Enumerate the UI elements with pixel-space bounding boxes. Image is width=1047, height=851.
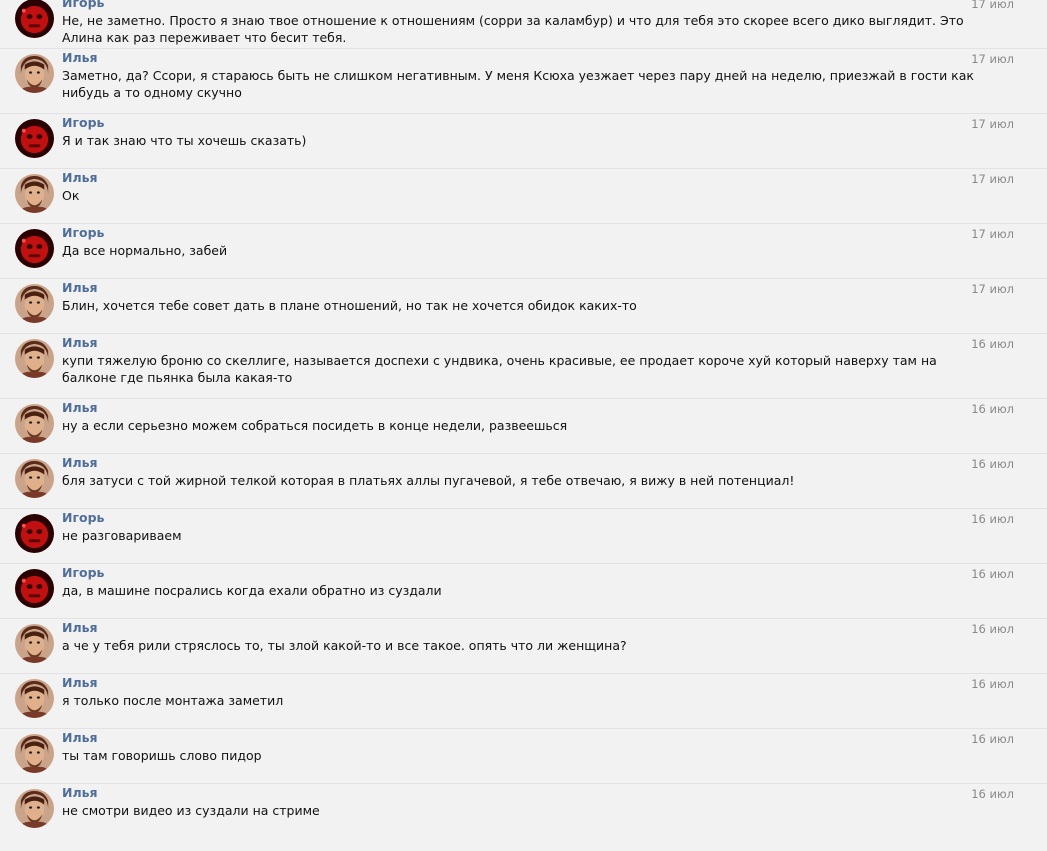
red-masked-face-avatar-icon[interactable] [15,229,54,268]
message-text: да, в машине посрались когда ехали обрат… [62,583,442,598]
message-row: Илья 17 июл Заметно, да? Ссори, я стараюсь… [0,49,1047,114]
red-masked-face-avatar-icon[interactable] [15,119,54,158]
message-author-link[interactable]: Илья [62,620,98,636]
bearded-man-avatar-icon[interactable] [15,679,54,718]
message-date[interactable]: 17 июл [971,116,1014,132]
message-text: Я и так знаю что ты хочешь сказать) [62,133,307,148]
message-author-link[interactable]: Игорь [62,0,104,11]
message-row: Илья 16 июл купи тяжелую броню со скеллиге… [0,334,1047,399]
message-date[interactable]: 16 июл [971,511,1014,527]
message-author-link[interactable]: Илья [62,170,98,186]
message-row: Илья 17 июл Ок [0,169,1047,224]
message-date[interactable]: 17 июл [971,51,1014,67]
message-date[interactable]: 16 июл [971,566,1014,582]
message-text: я только после монтажа заметил [62,693,284,708]
message-text: ты там говоришь слово пидор [62,748,262,763]
message-text: Не, не заметно. Просто я знаю твое отнош… [62,13,964,45]
message-text: не смотри видео из суздали на стриме [62,803,320,818]
message-author-link[interactable]: Игорь [62,565,104,581]
message-row: Игорь 16 июл да, в машине посрались когда … [0,564,1047,619]
message-author-link[interactable]: Илья [62,280,98,296]
message-text: Да все нормально, забей [62,243,228,258]
bearded-man-avatar-icon[interactable] [15,624,54,663]
message-date[interactable]: 17 июл [971,281,1014,297]
message-date[interactable]: 16 июл [971,731,1014,747]
bearded-man-avatar-icon[interactable] [15,339,54,378]
message-author-link[interactable]: Илья [62,730,98,746]
message-date[interactable]: 16 июл [971,456,1014,472]
bearded-man-avatar-icon[interactable] [15,789,54,828]
red-masked-face-avatar-icon[interactable] [15,514,54,553]
bearded-man-avatar-icon[interactable] [15,734,54,773]
message-row: Илья 16 июл я только после монтажа заметил [0,674,1047,729]
message-text: бля затуси с той жирной телкой которая в… [62,473,795,488]
message-author-link[interactable]: Илья [62,335,98,351]
message-row: Илья 16 июл бля затуси с той жирной телкой… [0,454,1047,509]
message-author-link[interactable]: Игорь [62,510,104,526]
message-date[interactable]: 16 июл [971,401,1014,417]
message-author-link[interactable]: Игорь [62,115,104,131]
message-row: Илья 16 июл не смотри видео из суздали на … [0,784,1047,839]
message-author-link[interactable]: Илья [62,455,98,471]
message-date[interactable]: 16 июл [971,621,1014,637]
bearded-man-avatar-icon[interactable] [15,404,54,443]
message-date[interactable]: 17 июл [971,171,1014,187]
message-date[interactable]: 17 июл [971,226,1014,242]
message-history: Игорь 17 июл Не, не заметно. Просто я знаю… [0,0,1047,851]
message-author-link[interactable]: Илья [62,785,98,801]
message-author-link[interactable]: Илья [62,400,98,416]
message-date[interactable]: 17 июл [971,0,1014,12]
message-text: Блин, хочется тебе совет дать в плане от… [62,298,637,313]
bearded-man-avatar-icon[interactable] [15,54,54,93]
message-text: а че у тебя рили стряслось то, ты злой к… [62,638,627,653]
message-row: Игорь 16 июл не разговариваем [0,509,1047,564]
message-row: Игорь 17 июл Я и так знаю что ты хочешь ск… [0,114,1047,169]
message-text: не разговариваем [62,528,182,543]
message-text: Ок [62,188,80,203]
bearded-man-avatar-icon[interactable] [15,284,54,323]
red-masked-face-avatar-icon[interactable] [15,0,54,38]
message-author-link[interactable]: Илья [62,675,98,691]
bearded-man-avatar-icon[interactable] [15,459,54,498]
message-row: Илья 17 июл Блин, хочется тебе совет дать … [0,279,1047,334]
message-author-link[interactable]: Игорь [62,225,104,241]
red-masked-face-avatar-icon[interactable] [15,569,54,608]
message-text: ну а если серьезно можем собраться посид… [62,418,568,433]
message-row: Илья 16 июл ну а если серьезно можем собра… [0,399,1047,454]
message-date[interactable]: 16 июл [971,336,1014,352]
message-date[interactable]: 16 июл [971,786,1014,802]
message-row: Игорь 17 июл Не, не заметно. Просто я знаю… [0,0,1047,49]
message-author-link[interactable]: Илья [62,50,98,66]
bearded-man-avatar-icon[interactable] [15,174,54,213]
message-row: Илья 16 июл а че у тебя рили стряслось то,… [0,619,1047,674]
message-date[interactable]: 16 июл [971,676,1014,692]
message-row: Игорь 17 июл Да все нормально, забей [0,224,1047,279]
message-text: купи тяжелую броню со скеллиге, называет… [62,353,937,385]
message-row: Илья 16 июл ты там говоришь слово пидор [0,729,1047,784]
message-text: Заметно, да? Ссори, я стараюсь быть не с… [62,68,974,100]
